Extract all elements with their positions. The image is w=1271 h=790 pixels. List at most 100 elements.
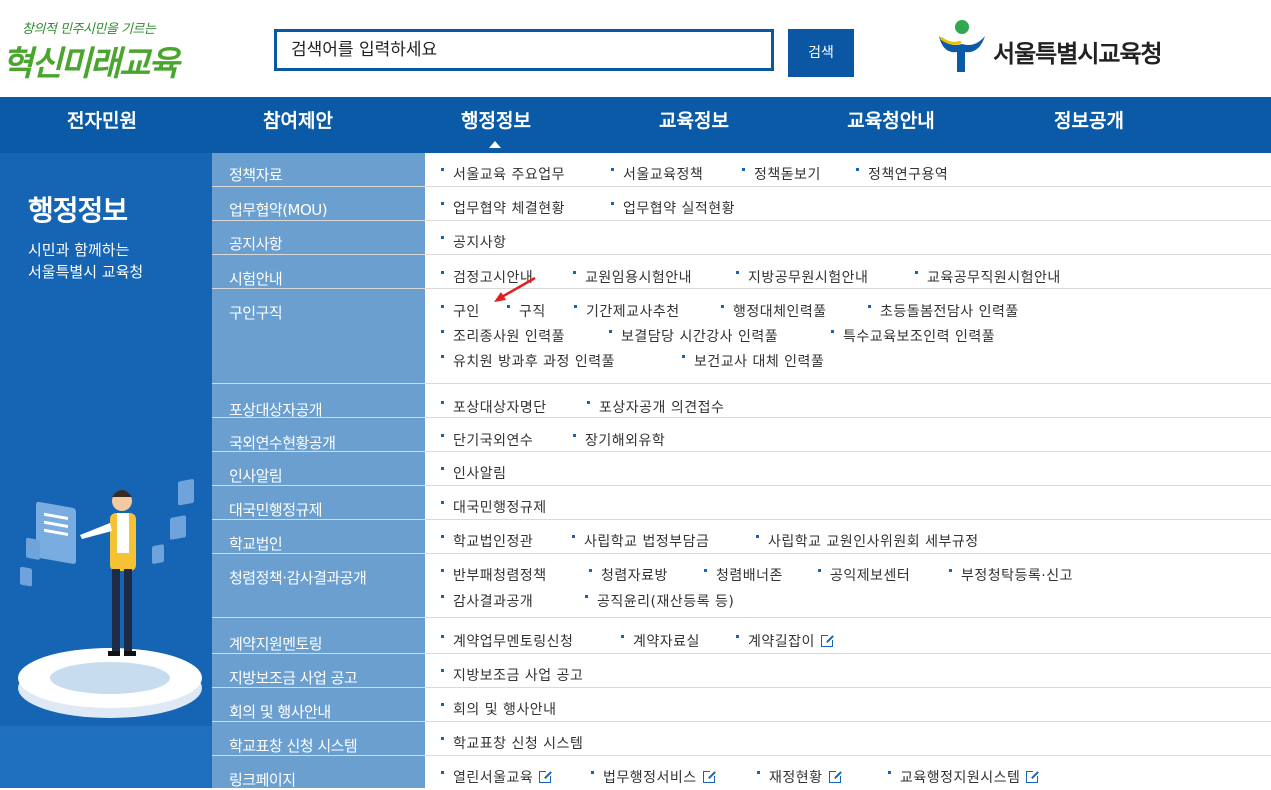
brand-logo[interactable]: 서울특별시교육청 <box>935 18 1195 78</box>
link-long-overseas[interactable]: 장기해외유학 <box>572 430 665 450</box>
external-link-icon <box>539 770 553 783</box>
link-job-offer[interactable]: 구인 <box>441 301 480 321</box>
link-cook-pool[interactable]: 조리종사원 인력풀 <box>441 326 565 346</box>
link-admin-substitute-pool[interactable]: 행정대체인력풀 <box>721 301 827 321</box>
link-open-seoul-edu-label: 열린서울교육 <box>453 770 534 786</box>
link-temp-teacher[interactable]: 기간제교사추천 <box>574 301 680 321</box>
link-award-opinion[interactable]: 포상자공개 의견접수 <box>586 397 724 417</box>
link-open-seoul-edu[interactable]: 열린서울교육 <box>440 767 553 787</box>
category-school-award[interactable]: 학교표창 신청 시스템 <box>229 735 358 756</box>
link-contract-guide[interactable]: 계약길잡이 <box>736 631 834 651</box>
category-regulation[interactable]: 대국민행정규제 <box>229 499 323 520</box>
table-row: 국외연수현황공개 단기국외연수 장기해외유학 <box>212 418 1271 452</box>
nav-item-office-guide[interactable]: 교육청안내 <box>806 97 976 153</box>
table-row: 시험안내 검정고시안내 교원임용시험안내 지방공무원시험안내 교육공무직원시험안… <box>212 255 1271 289</box>
link-meeting-guide[interactable]: 회의 및 행사안내 <box>441 699 557 719</box>
link-seoul-edu-policy[interactable]: 서울교육정책 <box>610 164 703 184</box>
link-policy-research[interactable]: 정책연구용역 <box>855 164 948 184</box>
link-notice[interactable]: 공지사항 <box>441 232 507 252</box>
category-mou[interactable]: 업무협약(MOU) <box>229 199 328 220</box>
link-integrity-banner[interactable]: 청렴배너존 <box>704 565 783 585</box>
category-notice[interactable]: 공지사항 <box>229 233 283 254</box>
link-health-teacher-pool[interactable]: 보건교사 대체 인력풀 <box>681 351 824 371</box>
link-private-school-burden[interactable]: 사립학교 법정부담금 <box>571 531 709 551</box>
link-regulation[interactable]: 대국민행정규제 <box>441 497 547 517</box>
link-short-overseas[interactable]: 단기국외연수 <box>440 430 533 450</box>
link-special-ed-pool[interactable]: 특수교육보조인력 인력풀 <box>830 326 995 346</box>
link-private-school-committee[interactable]: 사립학교 교원인사위원회 세부규정 <box>756 531 979 551</box>
active-caret-icon <box>489 141 501 148</box>
nav-item-education-info[interactable]: 교육정보 <box>609 97 779 153</box>
category-subsidy[interactable]: 지방보조금 사업 공고 <box>229 667 358 688</box>
slogan-logo[interactable]: 창의적 민주시민을 기르는 혁신미래교육 <box>0 14 190 84</box>
link-anti-corruption[interactable]: 반부패청렴정책 <box>441 565 547 585</box>
left-panel-desc-line1: 시민과 함께하는 <box>28 241 130 259</box>
link-local-civil-exam[interactable]: 지방공무원시험안내 <box>735 267 868 287</box>
link-corp-articles[interactable]: 학교법인정관 <box>440 531 533 551</box>
category-meeting[interactable]: 회의 및 행사안내 <box>229 701 331 722</box>
link-mou-status[interactable]: 업무협약 체결현황 <box>441 198 565 218</box>
category-contract-mentoring[interactable]: 계약지원멘토링 <box>229 633 323 654</box>
category-policy-data[interactable]: 정책자료 <box>229 164 283 185</box>
table-row: 대국민행정규제 대국민행정규제 <box>212 486 1271 520</box>
nav-item-participation[interactable]: 참여제안 <box>213 97 383 153</box>
search-button[interactable]: 검색 <box>788 29 854 77</box>
table-row: 업무협약(MOU) 업무협약 체결현황 업무협약 실적현황 <box>212 187 1271 221</box>
link-personnel[interactable]: 인사알림 <box>441 463 507 483</box>
nav-item-info-disclosure[interactable]: 정보공개 <box>1004 97 1174 153</box>
search-input[interactable]: 검색어를 입력하세요 <box>274 29 774 71</box>
link-whistleblower[interactable]: 공익제보센터 <box>817 565 910 585</box>
main-nav: 전자민원 참여제안 행정정보 교육정보 교육청안내 정보공개 <box>0 97 1271 153</box>
link-finance-status-label: 재정현황 <box>769 770 823 786</box>
external-link-icon <box>702 770 716 783</box>
table-row: 지방보조금 사업 공고 지방보조금 사업 공고 <box>212 654 1271 688</box>
category-award-disclosure[interactable]: 포상대상자공개 <box>229 399 323 420</box>
category-exam-guide[interactable]: 시험안내 <box>229 268 283 289</box>
link-teacher-exam[interactable]: 교원임용시험안내 <box>572 267 692 287</box>
table-row: 회의 및 행사안내 회의 및 행사안내 <box>212 688 1271 722</box>
table-row: 인사알림 인사알림 <box>212 452 1271 486</box>
link-admin-support-system[interactable]: 교육행정지원시스템 <box>887 767 1040 787</box>
table-row: 청렴정책·감사결과공개 반부패청렴정책 청렴자료방 청렴배너존 공익제보센터 부… <box>212 554 1271 618</box>
nav-item-civil-service[interactable]: 전자민원 <box>17 97 187 153</box>
table-row: 계약지원멘토링 계약업무멘토링신청 계약자료실 계약길잡이 <box>212 618 1271 654</box>
link-contract-mentoring-apply[interactable]: 계약업무멘토링신청 <box>440 631 573 651</box>
link-solicitation-report[interactable]: 부정청탁등록·신고 <box>949 565 1073 585</box>
link-integrity-archive[interactable]: 청렴자료방 <box>589 565 668 585</box>
annotation-arrow-icon <box>494 276 536 302</box>
link-finance-status[interactable]: 재정현황 <box>757 767 842 787</box>
link-subsidy-notice[interactable]: 지방보조금 사업 공고 <box>440 665 583 685</box>
presenter-illustration-icon <box>18 479 202 718</box>
category-overseas-training[interactable]: 국외연수현황공개 <box>229 432 336 453</box>
category-job[interactable]: 구인구직 <box>229 302 283 323</box>
category-personnel[interactable]: 인사알림 <box>229 465 283 486</box>
slogan-main: 혁신미래교육 <box>2 44 180 84</box>
link-policy-magnifier[interactable]: 정책돋보기 <box>742 164 821 184</box>
link-public-ethics[interactable]: 공직윤리(재산등록 등) <box>584 591 734 611</box>
table-row: 정책자료 서울교육 주요업무 서울교육정책 정책돋보기 정책연구용역 <box>212 153 1271 187</box>
external-link-icon <box>828 770 842 783</box>
link-audit-results[interactable]: 감사결과공개 <box>440 591 533 611</box>
link-legal-service-label: 법무행정서비스 <box>603 770 697 786</box>
link-school-award-system[interactable]: 학교표창 신청 시스템 <box>440 733 583 753</box>
left-panel-desc-line2: 서울특별시 교육청 <box>28 263 144 281</box>
link-mou-results[interactable]: 업무협약 실적현황 <box>611 198 735 218</box>
category-integrity[interactable]: 청렴정책·감사결과공개 <box>229 567 367 588</box>
link-award-list[interactable]: 포상대상자명단 <box>441 397 547 417</box>
link-admin-support-system-label: 교육행정지원시스템 <box>900 770 1021 786</box>
slogan-small: 창의적 민주시민을 기르는 <box>22 22 156 37</box>
link-substitute-lecturer-pool[interactable]: 보결담당 시간강사 인력풀 <box>608 326 778 346</box>
left-panel-desc: 시민과 함께하는 서울특별시 교육청 <box>28 239 143 283</box>
link-kindergarten-pool[interactable]: 유치원 방과후 과정 인력풀 <box>440 351 615 371</box>
link-legal-service[interactable]: 법무행정서비스 <box>591 767 716 787</box>
link-seoul-edu-main-tasks[interactable]: 서울교육 주요업무 <box>441 164 565 184</box>
menu-table: 정책자료 서울교육 주요업무 서울교육정책 정책돋보기 정책연구용역 업무협약(… <box>212 153 1271 790</box>
link-care-staff-pool[interactable]: 초등돌봄전담사 인력풀 <box>868 301 1019 321</box>
category-link-page[interactable]: 링크페이지 <box>229 769 296 790</box>
link-contract-archive[interactable]: 계약자료실 <box>621 631 700 651</box>
link-edu-staff-exam[interactable]: 교육공무직원시험안내 <box>915 267 1061 287</box>
left-panel: 행정정보 시민과 함께하는 서울특별시 교육청 <box>0 153 212 788</box>
category-school-corp[interactable]: 학교법인 <box>229 533 283 554</box>
table-row: 포상대상자공개 포상대상자명단 포상자공개 의견접수 <box>212 384 1271 420</box>
table-row: 학교법인 학교법인정관 사립학교 법정부담금 사립학교 교원인사위원회 세부규정 <box>212 520 1271 554</box>
